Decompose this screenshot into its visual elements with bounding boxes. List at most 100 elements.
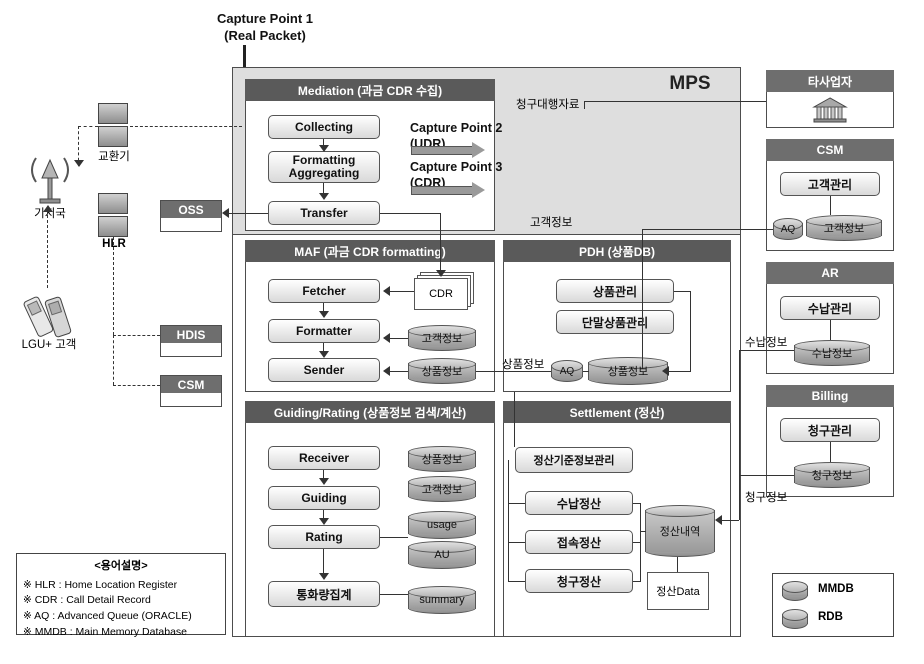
guiding-db-usage-label: usage: [427, 519, 457, 531]
guiding-arrow-1: [319, 478, 329, 485]
maf-link-1: [323, 303, 324, 311]
db-legend-mmdb-icon: [782, 581, 808, 601]
maf-db-customer-info[interactable]: 고객정보: [408, 325, 476, 351]
pdh-db-label: 상품정보: [607, 366, 649, 378]
transfer-to-oss-line: [229, 213, 268, 214]
guiding-db-summary[interactable]: summary: [408, 586, 476, 614]
csm-node-customer-mgmt-label: 고객관리: [807, 177, 853, 192]
settlement-node-base-info-mgmt-label: 정산기준정보관리: [533, 455, 615, 467]
settlement-doc-data-label: 정산Data: [656, 586, 700, 598]
csm-box-left[interactable]: CSM: [160, 375, 222, 407]
billing-node-claim-mgmt-label: 청구관리: [807, 423, 853, 438]
maf-node-fetcher[interactable]: Fetcher: [268, 279, 380, 303]
switch-icon: [98, 103, 128, 147]
cdr-to-fetcher-line: [390, 291, 414, 292]
customer-to-base-dashed: [47, 210, 48, 288]
billing-node-claim-mgmt[interactable]: 청구관리: [780, 418, 880, 442]
guiding-node-rating-label: Rating: [305, 530, 343, 544]
pdh-node-terminal-product-mgmt[interactable]: 단말상품관리: [556, 310, 674, 334]
building-svg: [812, 97, 848, 123]
settlement-db-to-doc: [677, 557, 678, 572]
capture-point-1-line1: Capture Point 1: [216, 10, 314, 26]
db-legend-rdb-top: [782, 609, 808, 621]
csm-left-label: CSM: [177, 377, 205, 392]
mediation-node-formatting-aggregating[interactable]: Formatting Aggregating: [268, 151, 380, 183]
db-legend-mmdb-label: MMDB: [818, 583, 854, 595]
ar-node-to-db: [830, 320, 831, 340]
settlement-node-access[interactable]: 접속정산: [525, 530, 633, 554]
maf-header-text: MAF (과금 CDR formatting): [294, 244, 446, 259]
guiding-db-product-info[interactable]: 상품정보: [408, 446, 476, 472]
pdh-aq-label: AQ: [559, 365, 575, 377]
guiding-db-customer-info[interactable]: 고객정보: [408, 476, 476, 502]
mediation-node-collecting[interactable]: Collecting: [268, 115, 380, 139]
mediation-node-transfer[interactable]: Transfer: [268, 201, 380, 225]
settlement-bus-to-billing: [508, 581, 525, 582]
settlement-doc-data[interactable]: 정산Data: [647, 572, 709, 610]
settlement-node-billing[interactable]: 청구정산: [525, 569, 633, 593]
mediation-link-2: [323, 183, 324, 193]
hlr-icon-bottom: [98, 215, 128, 237]
ar-node-receipt-mgmt[interactable]: 수납관리: [780, 296, 880, 320]
guiding-to-usage-line: [380, 537, 408, 538]
settlement-billing-out: [633, 581, 641, 582]
pdh-db-product-info[interactable]: 상품정보: [588, 357, 668, 385]
pdh-aq-in: [534, 371, 551, 372]
csm-aq-queue[interactable]: AQ: [773, 218, 803, 240]
ar-db-label: 수납정보: [811, 348, 853, 360]
hlr-icon-top: [98, 193, 128, 215]
guiding-db-customer-label: 고객정보: [421, 484, 463, 496]
guiding-node-guiding[interactable]: Guiding: [268, 486, 380, 510]
settlement-db-detail[interactable]: 정산내역: [645, 505, 715, 557]
hdis-box[interactable]: HDIS: [160, 325, 222, 357]
settlement-left-bus: [508, 460, 509, 582]
pdh-aq-queue[interactable]: AQ: [551, 360, 583, 382]
pdh-product-info-edge-text: 상품정보: [502, 359, 545, 371]
maf-db2-line: [390, 371, 408, 372]
right-bus-vertical: [739, 350, 740, 520]
csm-db-customer-info[interactable]: 고객정보: [806, 215, 882, 241]
pdh-node-product-mgmt-label: 상품관리: [592, 284, 638, 299]
maf-db2-arrow: [383, 366, 390, 376]
maf-link-2: [323, 343, 324, 351]
base-station-svg: [31, 157, 69, 204]
maf-node-sender[interactable]: Sender: [268, 358, 380, 382]
settlement-node-receipt[interactable]: 수납정산: [525, 491, 633, 515]
right-bus-to-settlement-arrow: [715, 515, 722, 525]
billing-db-claim-info[interactable]: 청구정보: [794, 462, 870, 488]
hlr-to-csm-dashed-h: [113, 385, 160, 386]
maf-node-formatter[interactable]: Formatter: [268, 319, 380, 343]
csm-node-customer-mgmt[interactable]: 고객관리: [780, 172, 880, 196]
capture-point-1-sub: (Real Packet): [190, 27, 340, 43]
maf-arrow-1: [319, 311, 329, 318]
guiding-db-usage[interactable]: usage: [408, 511, 476, 539]
oss-box[interactable]: OSS: [160, 200, 222, 232]
guiding-node-receiver[interactable]: Receiver: [268, 446, 380, 470]
mediation-arrow-2: [319, 193, 329, 200]
maf-header: MAF (과금 CDR formatting): [245, 240, 495, 262]
cdr-doc-front[interactable]: CDR: [414, 278, 468, 310]
settlement-bus-to-receipt: [508, 503, 525, 504]
guiding-db-au[interactable]: AU: [408, 541, 476, 569]
settlement-node-billing-label: 청구정산: [556, 574, 602, 589]
pdh-wire-top-h: [674, 291, 691, 292]
right-bus-to-ar: [739, 350, 794, 351]
maf-node-sender-label: Sender: [303, 363, 345, 377]
settlement-node-base-info-mgmt[interactable]: 정산기준정보관리: [515, 447, 633, 473]
settlement-receipt-out: [633, 503, 641, 504]
guiding-node-rating[interactable]: Rating: [268, 525, 380, 549]
guiding-db-summary-label: summary: [419, 594, 465, 606]
mediation-node-collecting-label: Collecting: [294, 120, 353, 134]
csm-header-text: CSM: [816, 143, 844, 157]
maf-arrow-2: [319, 351, 329, 358]
maf-db1-line: [390, 338, 408, 339]
pdh-node-product-mgmt[interactable]: 상품관리: [556, 279, 674, 303]
billing-header-text: Billing: [811, 389, 849, 403]
customer-label-text: LGU+ 고객: [21, 339, 77, 351]
maf-db-product-info[interactable]: 상품정보: [408, 358, 476, 384]
right-bus-to-settlement: [722, 520, 739, 521]
settlement-header-text: Settlement (정산): [569, 405, 665, 420]
ar-db-receipt-info[interactable]: 수납정보: [794, 340, 870, 366]
csm-left-header: CSM: [161, 376, 221, 393]
guiding-node-traffic-aggregation[interactable]: 통화량집계: [268, 581, 380, 607]
